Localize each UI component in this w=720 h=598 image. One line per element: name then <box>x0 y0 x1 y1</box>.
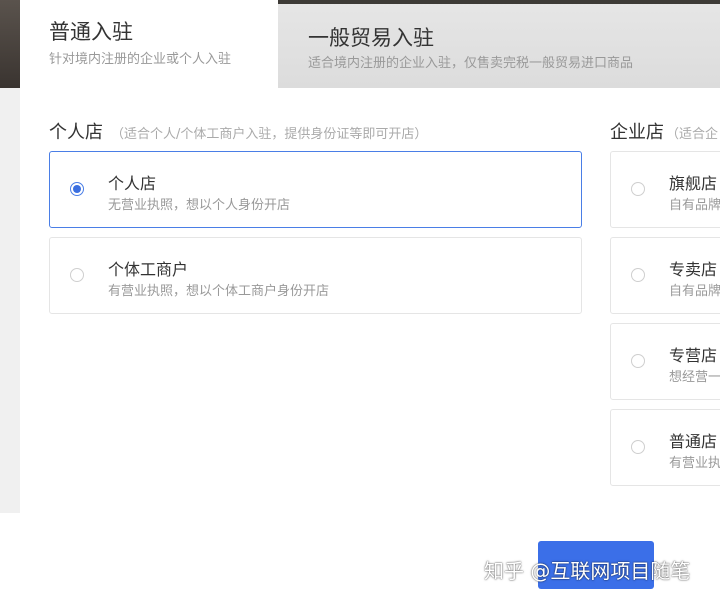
radio-unselected[interactable] <box>631 182 645 196</box>
personal-title: 个人店 <box>49 122 103 143</box>
radio-unselected[interactable] <box>631 268 645 282</box>
radio-unselected[interactable] <box>70 268 84 282</box>
option-title: 个体工商户 <box>108 260 189 279</box>
tab-general-title: 一般贸易入驻 <box>308 26 434 50</box>
option-exclusive-store[interactable]: 专卖店 自有品牌 <box>610 237 720 314</box>
option-personal-store[interactable]: 个人店 无营业执照，想以个人身份开店 <box>49 151 582 228</box>
tab-normal-entry[interactable]: 普通入驻 针对境内注册的企业或个人入驻 <box>20 0 278 88</box>
option-title: 个人店 <box>108 174 157 193</box>
option-individual-business[interactable]: 个体工商户 有营业执照，想以个体工商户身份开店 <box>49 237 582 314</box>
enterprise-title: 企业店 <box>610 122 664 143</box>
tab-top-border <box>278 0 720 4</box>
option-description: 有营业执 <box>669 456 720 471</box>
radio-selected[interactable] <box>70 182 84 196</box>
option-flagship-store[interactable]: 旗舰店 自有品牌 <box>610 151 720 228</box>
option-title: 旗舰店 <box>669 174 718 193</box>
option-description: 自有品牌 <box>669 284 720 299</box>
tab-general-subtitle: 适合境内注册的企业入驻，仅售卖完税一般贸易进口商品 <box>308 56 634 71</box>
option-title: 专卖店 <box>669 260 718 279</box>
tab-normal-subtitle: 针对境内注册的企业或个人入驻 <box>49 52 232 67</box>
enterprise-hint: （适合企 <box>666 127 719 142</box>
option-title: 专营店 <box>669 346 718 365</box>
background-photo-strip <box>0 0 20 88</box>
option-general-store[interactable]: 普通店 有营业执 <box>610 409 720 486</box>
option-description: 有营业执照，想以个体工商户身份开店 <box>108 284 330 299</box>
background-gray-strip <box>0 88 20 513</box>
tab-normal-title: 普通入驻 <box>49 20 133 44</box>
radio-unselected[interactable] <box>631 354 645 368</box>
section-title-enterprise: 企业店 （适合企 <box>610 118 718 144</box>
tab-general-trade-entry[interactable]: 一般贸易入驻 适合境内注册的企业入驻，仅售卖完税一般贸易进口商品 <box>278 0 720 88</box>
option-description: 自有品牌 <box>669 198 720 213</box>
zhihu-watermark: 知乎 @互联网项目随笔 <box>484 559 691 583</box>
option-description: 想经营一 <box>669 370 720 385</box>
radio-unselected[interactable] <box>631 440 645 454</box>
option-specialty-store[interactable]: 专营店 想经营一 <box>610 323 720 400</box>
personal-hint: （适合个人/个体工商户入驻，提供身份证等即可开店） <box>111 127 428 142</box>
section-title-personal: 个人店 （适合个人/个体工商户入驻，提供身份证等即可开店） <box>49 118 427 144</box>
option-description: 无营业执照，想以个人身份开店 <box>108 198 291 213</box>
option-title: 普通店 <box>669 432 718 451</box>
